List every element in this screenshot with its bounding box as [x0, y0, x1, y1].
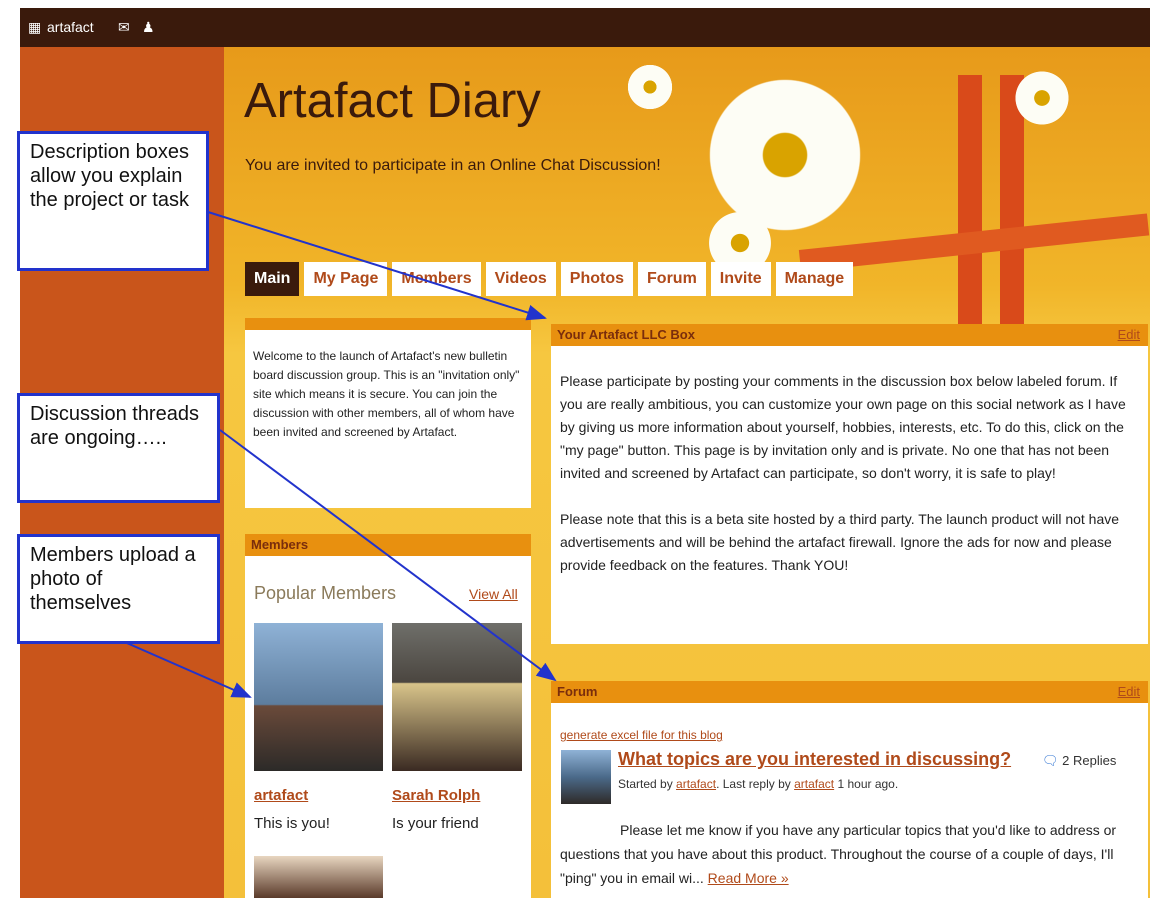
thread-last-reply-time: 1 hour ago. [834, 777, 899, 791]
callout-description: Description boxes allow you explain the … [17, 131, 209, 271]
thread-meta: Started by artafact. Last reply by artaf… [618, 777, 898, 791]
daisy-graphic [1012, 68, 1072, 128]
llc-box-header: Your Artafact LLC Box Edit [551, 324, 1148, 346]
thread-replies-count: 2 Replies [1062, 753, 1117, 768]
read-more-link[interactable]: Read More » [708, 870, 789, 886]
thread-last-reply-prefix: . Last reply by [716, 777, 795, 791]
mail-icon[interactable]: ✉ [118, 19, 130, 36]
forum-box-title: Forum [557, 684, 598, 699]
llc-paragraph-2: Please note that this is a beta site hos… [560, 511, 1120, 573]
tab-my-page[interactable]: My Page [304, 262, 388, 296]
welcome-text: Welcome to the launch of Artafact's new … [253, 349, 520, 439]
thread-body: Please let me know if you have any parti… [560, 818, 1142, 890]
popular-members-heading: Popular Members [254, 583, 397, 603]
member-name-sarah-rolph[interactable]: Sarah Rolph [392, 787, 480, 804]
member-photo-sarah-rolph[interactable] [392, 623, 522, 771]
generate-excel-link[interactable]: generate excel file for this blog [560, 728, 723, 742]
forum-edit-link[interactable]: Edit [1118, 681, 1140, 703]
daisy-graphic [625, 62, 675, 112]
view-all-link[interactable]: View All [469, 586, 518, 602]
site-tagline: You are invited to participate in an Onl… [245, 157, 661, 174]
user-icon[interactable]: ♟ [142, 19, 155, 36]
site-icon[interactable]: ▦ [28, 19, 41, 36]
member-name-artafact[interactable]: artafact [254, 787, 308, 804]
members-box-title: Members [251, 537, 309, 552]
llc-box-title: Your Artafact LLC Box [557, 327, 695, 342]
forum-box-header: Forum Edit [551, 681, 1148, 703]
tab-videos[interactable]: Videos [485, 262, 556, 296]
llc-box-text: Please participate by posting your comme… [560, 370, 1142, 600]
member-photo-artafact[interactable] [254, 623, 383, 771]
callout-discussion: Discussion threads are ongoing….. [17, 393, 220, 503]
callout-members: Members upload a photo of themselves [17, 534, 220, 644]
member-photo-third[interactable] [254, 856, 383, 898]
tab-manage[interactable]: Manage [775, 262, 854, 296]
thread-started-prefix: Started by [618, 777, 677, 791]
welcome-box-header [245, 318, 531, 330]
main-nav: Main My Page Members Videos Photos Forum… [245, 262, 854, 296]
tab-invite[interactable]: Invite [710, 262, 771, 296]
thread-title-link[interactable]: What topics are you interested in discus… [618, 749, 1011, 770]
thread-author-avatar[interactable] [561, 750, 611, 804]
thread-author-link[interactable]: artafact [676, 777, 716, 791]
llc-edit-link[interactable]: Edit [1118, 324, 1140, 346]
thread-last-reply-link[interactable]: artafact [794, 777, 834, 791]
member-note-sarah-rolph: Is your friend [392, 815, 479, 832]
tab-members[interactable]: Members [392, 262, 481, 296]
tab-photos[interactable]: Photos [560, 262, 634, 296]
llc-paragraph-1: Please participate by posting your comme… [560, 373, 1126, 481]
comment-icon: 🗨 [1042, 753, 1059, 768]
top-bar: ▦ artafact ✉ ♟ [20, 8, 1150, 47]
thread-body-text: Please let me know if you have any parti… [560, 822, 1117, 886]
tab-main[interactable]: Main [245, 262, 300, 296]
tab-forum[interactable]: Forum [638, 262, 706, 296]
thread-replies[interactable]: 🗨 2 Replies [1042, 753, 1116, 769]
site-name-link[interactable]: artafact [47, 19, 94, 35]
member-note-artafact: This is you! [254, 815, 330, 832]
site-title: Artafact Diary [244, 74, 541, 128]
members-box-header: Members [245, 534, 531, 556]
